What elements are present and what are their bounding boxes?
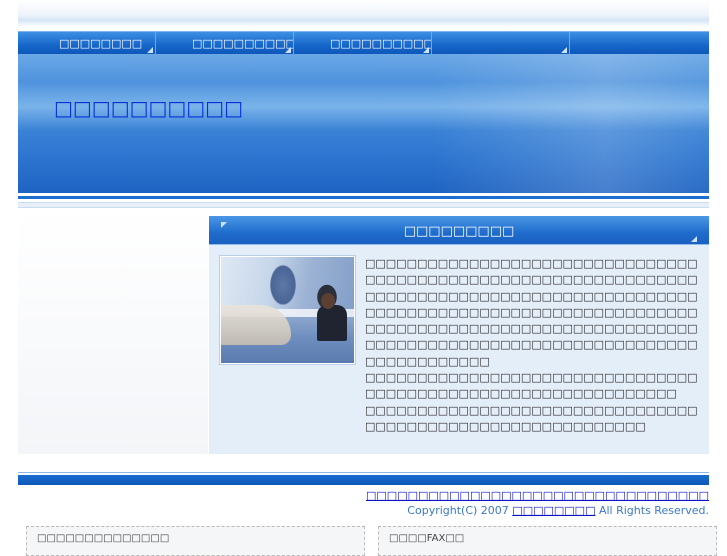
main-content: □□□□□□□□□ □□□□□□□□□□□□□□□□□□□□□□□□□□□□□□… [209, 216, 709, 454]
company-link[interactable]: □□□□□□□□ [512, 504, 595, 517]
info-box-label: □□□□□□□□□□□□□□ [37, 533, 170, 544]
site-title: □□□□□□□□□□ [54, 96, 243, 120]
paragraph: □□□□□□□□□□□□□□□□□□□□□□□□□□□□□□□□□□□□□□□□… [365, 403, 698, 433]
main-nav: □□□□□□□□ □□□□□□□□□□□ □□□□□□□□□□□ [18, 31, 709, 55]
content-text: □□□□□□□□□□□□□□□□□□□□□□□□□□□□□□□□□□□□□□□□… [365, 256, 699, 435]
corner-triangle-icon [691, 236, 697, 242]
paragraph: □□□□□□□□□□□□□□□□□□□□□□□□□□□□□□□□□□□□□□□□… [365, 371, 698, 401]
content-title: □□□□□□□□□ [403, 224, 515, 239]
copyright: Copyright(C) 2007 □□□□□□□□ All Rights Re… [407, 504, 709, 517]
footer-links[interactable]: □□□□□□□□□□□□□□□□□□□□□□□□□□□□□□□□□ [366, 489, 709, 502]
top-strip [18, 0, 709, 27]
nav-item-4[interactable] [432, 32, 570, 55]
info-box-left: □□□□□□□□□□□□□□ [26, 526, 365, 556]
info-box-right: □□□□FAX□□ [378, 526, 717, 556]
footer-bar [18, 475, 709, 485]
divider [18, 202, 709, 208]
footer-divider [18, 472, 709, 473]
nav-item-label: □□□□□□□□□□□ [192, 37, 293, 50]
nav-item-label: □□□□□□□□□□□ [330, 37, 431, 50]
office-photo [220, 256, 355, 364]
info-box-label: □□□□FAX□□ [389, 533, 465, 544]
nav-item-1[interactable]: □□□□□□□□ [18, 32, 156, 55]
photo-person [317, 305, 347, 341]
corner-triangle-icon [561, 47, 567, 53]
copyright-suffix: All Rights Reserved. [598, 504, 709, 517]
content-header: □□□□□□□□□ [209, 216, 709, 245]
left-sidebar [18, 209, 208, 454]
header-banner: □□□□□□□□□□ [18, 54, 709, 193]
corner-triangle-icon [221, 222, 227, 228]
paragraph: □□□□□□□□□□□□□□□□□□□□□□□□□□□□□□□□□□□□□□□□… [365, 257, 698, 368]
nav-item-3[interactable]: □□□□□□□□□□□ [294, 32, 432, 55]
photo-person-head [321, 293, 335, 309]
nav-item-5[interactable] [570, 32, 708, 55]
corner-triangle-icon [147, 47, 153, 53]
divider [18, 196, 709, 199]
copyright-prefix: Copyright(C) 2007 [407, 504, 509, 517]
nav-item-label: □□□□□□□□ [59, 37, 143, 50]
corner-triangle-icon [423, 47, 429, 53]
nav-item-2[interactable]: □□□□□□□□□□□ [156, 32, 294, 55]
corner-triangle-icon [285, 47, 291, 53]
